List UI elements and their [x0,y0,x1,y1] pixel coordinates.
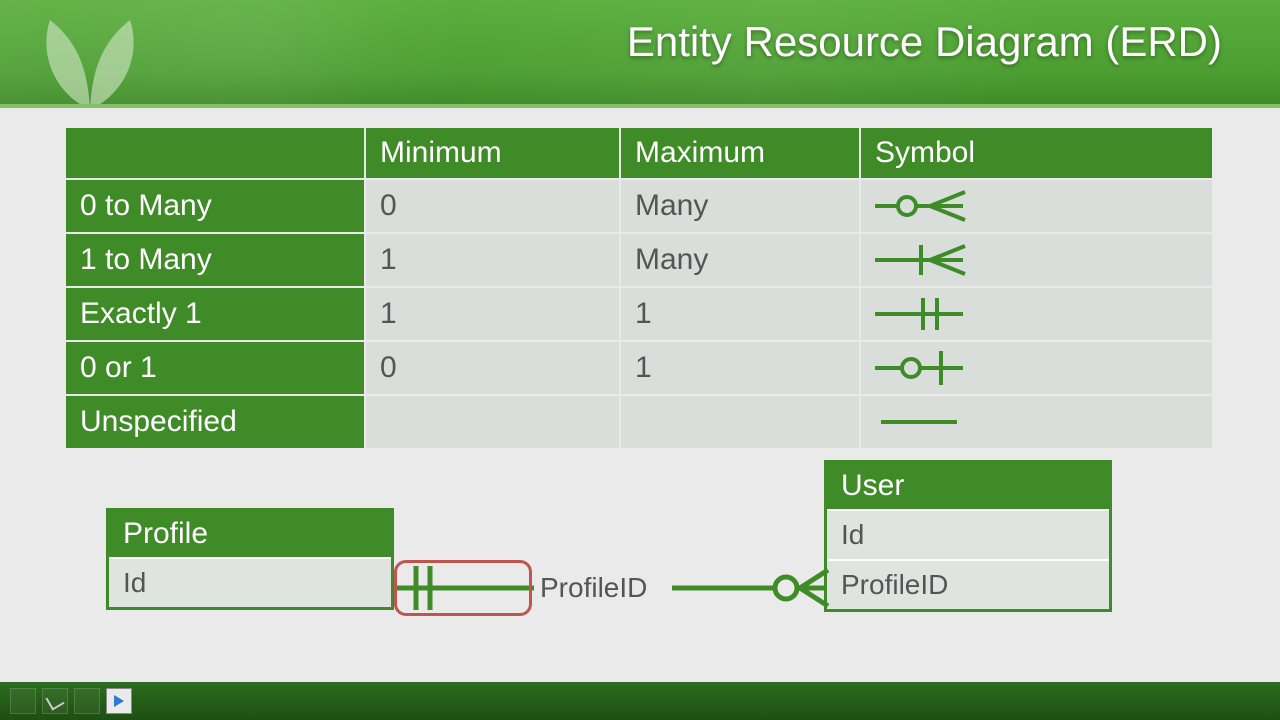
highlight-box [394,560,532,616]
cell-max [621,396,859,448]
row-label: Exactly 1 [66,288,364,340]
cell-min: 1 [366,288,619,340]
cell-max: 1 [621,342,859,394]
cell-max: 1 [621,288,859,340]
cell-min [366,396,619,448]
connector-zero-to-many-icon [672,564,832,612]
unspecified-icon [875,402,975,442]
relationship-label: ProfileID [540,572,647,604]
logo-icon [0,0,190,108]
row-label: 0 or 1 [66,342,364,394]
entity-title: User [827,463,1109,509]
entity-profile: Profile Id [106,508,394,610]
zero-to-many-icon [875,186,975,226]
table-row: Exactly 1 1 1 [66,288,1212,340]
cell-symbol [861,180,1212,232]
pen-tool-button[interactable] [42,688,68,714]
table-row: Unspecified [66,396,1212,448]
cardinality-table: Minimum Maximum Symbol 0 to Many 0 Many [64,126,1214,450]
cell-max: Many [621,180,859,232]
slide-title: Entity Resource Diagram (ERD) [627,18,1222,66]
arrow-right-icon [114,695,124,707]
row-label: Unspecified [66,396,364,448]
toolbar-button[interactable] [10,688,36,714]
zero-or-one-icon [875,348,975,388]
cell-symbol [861,342,1212,394]
cell-min: 1 [366,234,619,286]
pen-icon [45,691,64,710]
cell-max: Many [621,234,859,286]
toolbar-button[interactable] [74,688,100,714]
cell-min: 0 [366,180,619,232]
entity-field: Id [109,557,391,607]
entity-field: ProfileID [827,559,1109,609]
table-row: 0 or 1 0 1 [66,342,1212,394]
entity-title: Profile [109,511,391,557]
col-header-symbol: Symbol [861,128,1212,178]
slide-content: Minimum Maximum Symbol 0 to Many 0 Many [0,108,1280,678]
col-header-minimum: Minimum [366,128,619,178]
presentation-toolbar [0,682,1280,720]
col-header-maximum: Maximum [621,128,859,178]
cell-symbol [861,396,1212,448]
table-row: 0 to Many 0 Many [66,180,1212,232]
cell-min: 0 [366,342,619,394]
row-label: 0 to Many [66,180,364,232]
erd-diagram: Profile Id User Id ProfileID ProfileID [0,448,1280,678]
next-slide-button[interactable] [106,688,132,714]
row-label: 1 to Many [66,234,364,286]
entity-user: User Id ProfileID [824,460,1112,612]
table-row: 1 to Many 1 Many [66,234,1212,286]
slide-header: Entity Resource Diagram (ERD) [0,0,1280,108]
entity-field: Id [827,509,1109,559]
col-header-blank [66,128,364,178]
cell-symbol [861,288,1212,340]
one-to-many-icon [875,240,975,280]
cell-symbol [861,234,1212,286]
exactly-one-icon [875,294,975,334]
